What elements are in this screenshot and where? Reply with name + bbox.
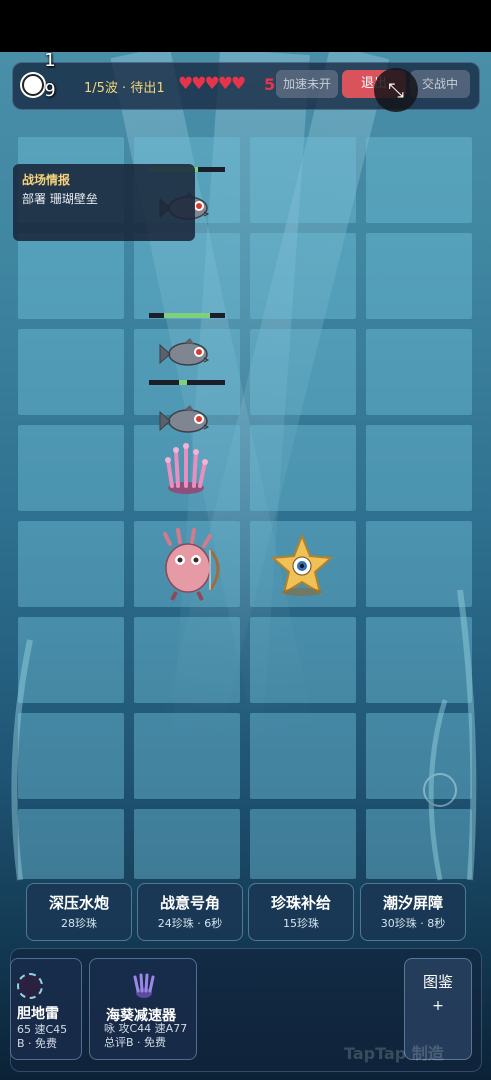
card-stats: 咏 攻C44 速A77 [104,1022,188,1035]
skill-cost: 28珍珠 [61,917,97,930]
skill-name: 战意号角 [159,894,220,912]
pearl-coin-icon [22,74,44,96]
unit-card-mine[interactable]: 胆地雷 65 速C45 B · 免费 [10,958,82,1060]
skill-name: 潮汐屏障 [382,894,443,912]
coral-archer-unit[interactable] [163,528,220,601]
coral-wall-unit[interactable] [165,443,208,494]
collapse-icon[interactable]: ⤡ [374,68,418,112]
plus-icon: + [432,998,444,1014]
wave-status: 1/5波 · 待出1 [84,81,165,96]
card-stats: 65 速C45 [17,1023,68,1036]
unit-card-anemone-slower[interactable]: 海葵减速器 咏 攻C44 速A77 总评B · 免费 [89,958,197,1060]
enemy-hp-bar [149,380,225,385]
watermark: TapTap 制造 [344,1044,444,1063]
skill-cost: 30珍珠 · 8秒 [380,917,446,930]
seaweed-decoration [11,589,477,881]
lives-count: 5 [264,75,276,94]
skill-name: 深压水炮 [48,894,109,912]
enemy-hp-bar [149,313,225,318]
dex-label: 图鉴 [422,973,453,991]
card-name: 胆地雷 [17,1006,59,1022]
skill-pearl-supply-button[interactable]: 珍珠补给 15珍珠 [248,883,354,941]
skill-name: 珍珠补给 [270,894,331,912]
hearts-icon: ♥♥♥♥♥ [178,74,246,94]
skill-cost: 15珍珠 [283,917,319,930]
anemone-icon [133,973,155,998]
skill-pressure-cannon-button[interactable]: 深压水炮 28珍珠 [26,883,132,941]
info-text: 部署 珊瑚壁垒 [22,192,98,206]
enemy-fish[interactable] [159,404,209,433]
starfish-unit[interactable] [270,533,334,596]
skill-tide-barrier-button[interactable]: 潮汐屏障 30珍珠 · 8秒 [360,883,466,941]
info-title: 战场情报 [22,173,71,187]
enemy-fish[interactable] [159,337,209,366]
mine-icon [17,973,43,999]
card-grade: B · 免费 [17,1037,58,1050]
gold-count-text: 19 [44,50,56,101]
speed-button[interactable]: 加速未开 [276,70,338,98]
skill-cost: 24珍珠 · 6秒 [157,917,223,930]
battle-status-button[interactable]: 交战中 [410,70,470,98]
gold-count: 19 [44,46,56,106]
card-grade: 总评B · 免费 [104,1036,167,1049]
skill-war-horn-button[interactable]: 战意号角 24珍珠 · 6秒 [137,883,243,941]
